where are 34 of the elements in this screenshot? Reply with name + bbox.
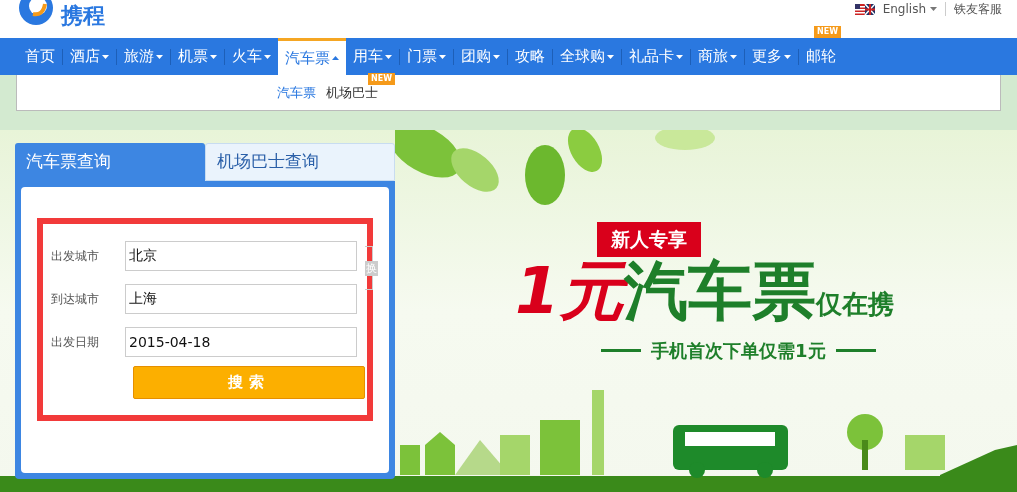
- field-input[interactable]: 北京: [125, 240, 357, 271]
- nav-item[interactable]: 用车: [346, 38, 399, 75]
- nav-item[interactable]: 邮轮: [799, 38, 843, 75]
- nav-item[interactable]: 礼品卡: [622, 38, 690, 75]
- nav-item[interactable]: 门票: [400, 38, 453, 75]
- language-selector[interactable]: English: [882, 0, 937, 18]
- customer-service-link[interactable]: 铁友客服: [954, 0, 1002, 18]
- nav-item[interactable]: 更多: [745, 38, 798, 75]
- promo-headline-suffix: 仅在携: [815, 290, 894, 317]
- nav-item[interactable]: 攻略: [508, 38, 552, 75]
- nav-item[interactable]: 全球购: [553, 38, 621, 75]
- field-label: 出发城市: [51, 247, 100, 265]
- new-badge: NEW: [814, 26, 841, 38]
- flag-icon: [854, 3, 875, 15]
- subnav-link[interactable]: 汽车票: [277, 84, 316, 100]
- field-input[interactable]: 2015-04-18: [125, 326, 357, 357]
- nav-item[interactable]: 首页: [18, 38, 62, 75]
- nav-item[interactable]: 酒店: [63, 38, 116, 75]
- subnav-link[interactable]: 机场巴士: [326, 84, 378, 100]
- search-tab[interactable]: 汽车票查询: [15, 143, 205, 181]
- caret-icon: [930, 7, 937, 11]
- nav-item[interactable]: 机票: [171, 38, 224, 75]
- nav-item[interactable]: 火车: [225, 38, 278, 75]
- promo-tag: 新人专享: [597, 222, 701, 257]
- nav-item[interactable]: 团购: [454, 38, 507, 75]
- field-label: 出发日期: [51, 333, 100, 351]
- search-tab[interactable]: 机场巴士查询: [205, 143, 395, 181]
- promo-subline: 手机首次下单仅需1元: [651, 338, 826, 363]
- nav-item[interactable]: 商旅: [691, 38, 744, 75]
- field-input[interactable]: 上海: [125, 283, 357, 314]
- logo-text: 携程: [61, 5, 105, 27]
- nav-item[interactable]: 旅游: [117, 38, 170, 75]
- field-label: 到达城市: [51, 290, 100, 308]
- nav-item[interactable]: 汽车票: [278, 38, 346, 75]
